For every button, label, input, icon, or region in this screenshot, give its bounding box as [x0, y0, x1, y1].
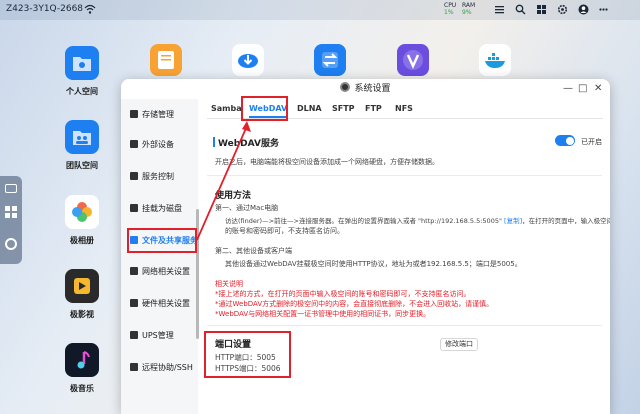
sidebar-item-label: 外部设备: [142, 140, 174, 149]
search-icon[interactable]: [515, 4, 526, 15]
desktop-icon-personal-space[interactable]: 个人空间: [52, 46, 112, 97]
sidebar-item-external[interactable]: 外部设备: [121, 138, 198, 152]
device-name: Z423-3Y1Q-2668: [6, 4, 84, 14]
step1-line1: 访达(finder)—>前往—>连接服务器。在弹出的设置界面输入或者 "http…: [225, 216, 610, 226]
ram-label: RAM: [462, 2, 476, 9]
wifi-icon[interactable]: [84, 3, 96, 15]
gear-icon[interactable]: [557, 4, 568, 15]
folder-icon: [65, 46, 99, 80]
sidebar-item-label: 远程协助/SSH: [142, 363, 193, 372]
apps-icon[interactable]: [5, 206, 17, 218]
sidebar-item-ssh[interactable]: 远程协助/SSH: [121, 361, 198, 375]
close-icon[interactable]: ✕: [594, 83, 602, 95]
divider: [207, 325, 602, 326]
sidebar-item-label: 硬件相关设置: [142, 299, 190, 308]
desktop-icon-label: 极影视: [70, 310, 94, 319]
sidebar-item-mount[interactable]: 挂载为磁盘: [121, 202, 198, 216]
minimize-icon[interactable]: —: [563, 83, 573, 95]
toggle-status: 已开启: [581, 138, 602, 146]
sidebar-item-storage[interactable]: 存储管理: [121, 108, 198, 122]
sidebar-item-label: 挂载为磁盘: [142, 204, 182, 213]
maximize-icon[interactable]: □: [578, 83, 587, 95]
sidebar-item-label: 服务控制: [142, 172, 174, 181]
photos-icon: [65, 195, 99, 229]
annotation-box-sidebar: [127, 228, 197, 253]
sidebar-item-label: 存储管理: [142, 110, 174, 119]
tab-ftp[interactable]: FTP: [365, 104, 382, 113]
webdav-toggle[interactable]: [555, 135, 575, 146]
network-icon: [130, 267, 138, 275]
edit-port-button[interactable]: 修改端口: [440, 338, 478, 351]
tab-dlna[interactable]: DLNA: [297, 104, 322, 113]
menu-icon[interactable]: [494, 4, 505, 15]
settings-sidebar: 存储管理 外部设备 服务控制 挂载为磁盘 文件及共享服务 网络相关设置 硬件相关…: [121, 99, 199, 414]
record-icon[interactable]: [5, 238, 17, 250]
tab-samba[interactable]: Samba: [211, 104, 242, 113]
desktop-icon-team-space[interactable]: 团队空间: [52, 120, 112, 171]
sidebar-item-network[interactable]: 网络相关设置: [121, 265, 198, 279]
divider: [207, 175, 602, 176]
annotation-arrow: [196, 121, 251, 241]
storage-icon: [130, 110, 138, 118]
grid-icon[interactable]: [536, 4, 547, 15]
tab-nfs[interactable]: NFS: [395, 104, 413, 113]
more-icon[interactable]: [598, 4, 609, 15]
desktop-icon-label: 个人空间: [66, 87, 98, 96]
copy-link[interactable]: [复制]: [504, 217, 522, 225]
desktop-icon-video[interactable]: 极影视: [52, 269, 112, 320]
external-device-icon: [130, 140, 138, 148]
music-icon: [65, 343, 99, 377]
desktop-icon-label: 团队空间: [66, 161, 98, 170]
cpu-value: 1%: [444, 9, 454, 16]
settings-gear-icon: [340, 82, 351, 92]
desktop-icon-label: 极音乐: [70, 384, 94, 393]
sidebar-item-hardware[interactable]: 硬件相关设置: [121, 297, 198, 311]
docker-app-icon[interactable]: [479, 44, 511, 76]
v-app-icon[interactable]: [397, 44, 429, 76]
notes-line1: *接上述的方式，在打开的页面中输入极空间的账号和密码即可，不支持匿名访问。: [215, 290, 471, 298]
cpu-label: CPU: [444, 2, 457, 9]
remote-icon: [130, 363, 138, 371]
disk-icon: [130, 204, 138, 212]
left-dock: [0, 176, 22, 264]
ram-stat: RAM 9%: [462, 2, 475, 16]
transfer-app-icon[interactable]: [314, 44, 346, 76]
sidebar-item-ups[interactable]: UPS管理: [121, 329, 198, 343]
cpu-stat: CPU 1%: [444, 2, 456, 16]
desktop-icon-music[interactable]: 极音乐: [52, 343, 112, 394]
tab-sftp[interactable]: SFTP: [332, 104, 355, 113]
video-icon: [65, 269, 99, 303]
download-app-icon[interactable]: [232, 44, 264, 76]
monitor-icon[interactable]: [5, 184, 17, 193]
sidebar-item-label: UPS管理: [142, 331, 174, 340]
sidebar-item-services[interactable]: 服务控制: [121, 170, 198, 184]
window-title-bar: 系统设置: [121, 79, 610, 99]
service-icon: [130, 172, 138, 180]
desktop-icon-label: 极相册: [70, 236, 94, 245]
hardware-icon: [130, 299, 138, 307]
desktop-icon-photos[interactable]: 极相册: [52, 195, 112, 246]
sidebar-item-label: 网络相关设置: [142, 267, 190, 276]
notes-line3: *WebDAV与网络相关配置一证书管理中使用的相同证书，同步更换。: [215, 310, 431, 318]
step1-text: 访达(finder)—>前往—>连接服务器。在弹出的设置界面输入或者 "http…: [225, 217, 502, 225]
top-status-bar: Z423-3Y1Q-2668 CPU 1% RAM 9%: [0, 0, 640, 20]
ram-value: 9%: [462, 9, 472, 16]
notes-app-icon[interactable]: [150, 44, 182, 76]
step1-text-b: ，在打开的页面中，输入极空间: [522, 217, 610, 225]
notes-title: 相关说明: [215, 280, 243, 288]
window-title: 系统设置: [354, 84, 391, 94]
notes-line2: *通过WebDAV方式删除的极空间中的内容，会直接彻底删除，不会进入回收站，请谨…: [215, 300, 494, 308]
team-folder-icon: [65, 120, 99, 154]
annotation-box-ports: [204, 331, 291, 378]
user-icon[interactable]: [578, 4, 589, 15]
step2-title: 第二、其他设备或客户端: [215, 247, 292, 255]
ups-icon: [130, 331, 138, 339]
step2-line1: 其他设备通过WebDAV挂载极空间时使用HTTP协议，地址为或者192.168.…: [225, 260, 522, 268]
